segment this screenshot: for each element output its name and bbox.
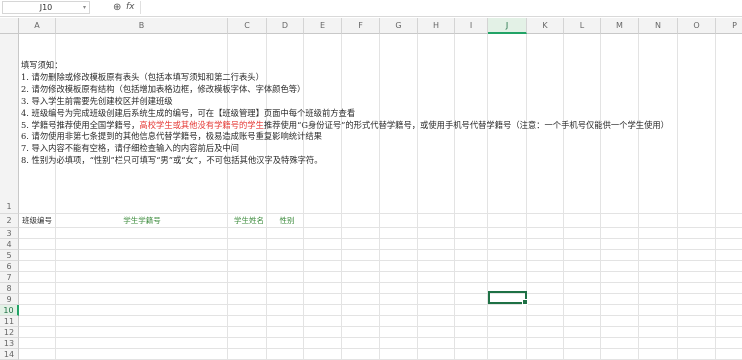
column-header-c[interactable]: C [228, 18, 267, 34]
row-header-2[interactable]: 2 [0, 214, 19, 228]
header-class-id[interactable]: 班级编号 [22, 214, 56, 228]
row-header-8[interactable]: 8 [0, 283, 19, 294]
instruction-line-5-suffix: 推荐使用“G身份证号”的形式代替学籍号，或使用手机号代替学籍号（注意：一个手机号… [263, 119, 669, 130]
fx-icon[interactable]: fx [126, 1, 135, 14]
grid-row-line [19, 315, 742, 316]
row-header-14[interactable]: 14 [0, 349, 19, 360]
column-header-f[interactable]: F [342, 18, 380, 34]
instruction-line: 4. 班级编号为完成班级创建后系统生成的编号，可在【班级管理】页面中每个班级前方… [21, 107, 356, 118]
column-header-p[interactable]: P [716, 18, 742, 34]
column-header-n[interactable]: N [639, 18, 678, 34]
row-header-7[interactable]: 7 [0, 272, 19, 283]
column-header-j[interactable]: J [488, 18, 527, 34]
row-header-9[interactable]: 9 [0, 294, 19, 305]
row-header-13[interactable]: 13 [0, 338, 19, 349]
grid-row-line [19, 348, 742, 349]
instructions-title: 填写须知： [21, 60, 63, 70]
grid-row-line [19, 260, 742, 261]
column-header-k[interactable]: K [527, 18, 564, 34]
column-header-e[interactable]: E [304, 18, 342, 34]
grid-row-line [19, 282, 742, 283]
column-header-h[interactable]: H [418, 18, 455, 34]
spreadsheet-grid[interactable]: ABCDEFGHIJKLMNOP 1 2 3 4 5 6 7 8 9 10 11 12 13 14 填写须… [0, 18, 742, 360]
chevron-down-icon[interactable]: ▾ [83, 2, 86, 13]
instruction-line: 1. 请勿删除或修改模板原有表头（包括本填写须知和第二行表头） [21, 71, 264, 82]
instruction-highlight: 高校学生或其他没有学籍号的学生 [139, 119, 264, 130]
name-box-value: J10 [39, 3, 53, 12]
header-student-id[interactable]: 学生学籍号 [56, 214, 228, 228]
row-header-4[interactable]: 4 [0, 239, 19, 250]
instruction-line: 7. 导入内容不能有空格，请仔细检查输入的内容前后及中间 [21, 143, 239, 154]
column-header-l[interactable]: L [564, 18, 601, 34]
instruction-line: 2. 请勿修改模板原有结构（包括增加表格边框，修改模板字体、字体颜色等） [21, 83, 306, 94]
grid-row-line [19, 293, 742, 294]
row-header-6[interactable]: 6 [0, 261, 19, 272]
instruction-line: 3. 导入学生前需要先创建校区并创建班级 [21, 95, 173, 106]
column-header-m[interactable]: M [601, 18, 639, 34]
grid-row-line [19, 238, 742, 239]
name-box[interactable]: J10 ▾ [2, 1, 90, 14]
column-header-g[interactable]: G [380, 18, 418, 34]
magnifier-icon[interactable]: ⊕ [113, 1, 121, 14]
instruction-line: 8. 性别为必填项，“性别”栏只可填写“男”或“女”，不可包括其他汉字及特殊字符… [21, 155, 323, 166]
selected-cell[interactable] [488, 291, 528, 305]
grid-row-line [19, 304, 742, 305]
column-header-i[interactable]: I [455, 18, 488, 34]
row-header-3[interactable]: 3 [0, 228, 19, 239]
column-header-b[interactable]: B [56, 18, 228, 34]
instruction-line: 6. 请勿使用非第七条提到的其他信息代替学籍号，极易造成账号重复影响统计结果 [21, 131, 322, 142]
grid-row-line [19, 271, 742, 272]
row-header-12[interactable]: 12 [0, 327, 19, 338]
grid-row-line [19, 326, 742, 327]
select-all-corner[interactable] [0, 18, 19, 34]
formula-bar: J10 ▾ ⊕ fx [0, 0, 742, 17]
instructions-cell[interactable]: 填写须知： 1. 请勿删除或修改模板原有表头（包括本填写须知和第二行表头） 2.… [21, 60, 741, 167]
row-header-5[interactable]: 5 [0, 250, 19, 261]
grid-row-line [19, 337, 742, 338]
row-header-11[interactable]: 11 [0, 316, 19, 327]
column-header-a[interactable]: A [19, 18, 56, 34]
header-student-name[interactable]: 学生姓名 [228, 214, 270, 228]
instruction-line-5-prefix: 5. 学籍号推荐使用全国学籍号， [21, 119, 140, 130]
formula-input[interactable] [140, 1, 742, 14]
grid-row-line [19, 249, 742, 250]
column-header-o[interactable]: O [678, 18, 716, 34]
row-header-1[interactable]: 1 [0, 34, 19, 214]
header-gender[interactable]: 性别 [270, 214, 304, 228]
instruction-line-5: 5. 学籍号推荐使用全国学籍号，高校学生或其他没有学籍号的学生推荐使用“G身份证… [21, 120, 741, 132]
row-header-10[interactable]: 10 [0, 305, 19, 316]
column-header-d[interactable]: D [267, 18, 304, 34]
